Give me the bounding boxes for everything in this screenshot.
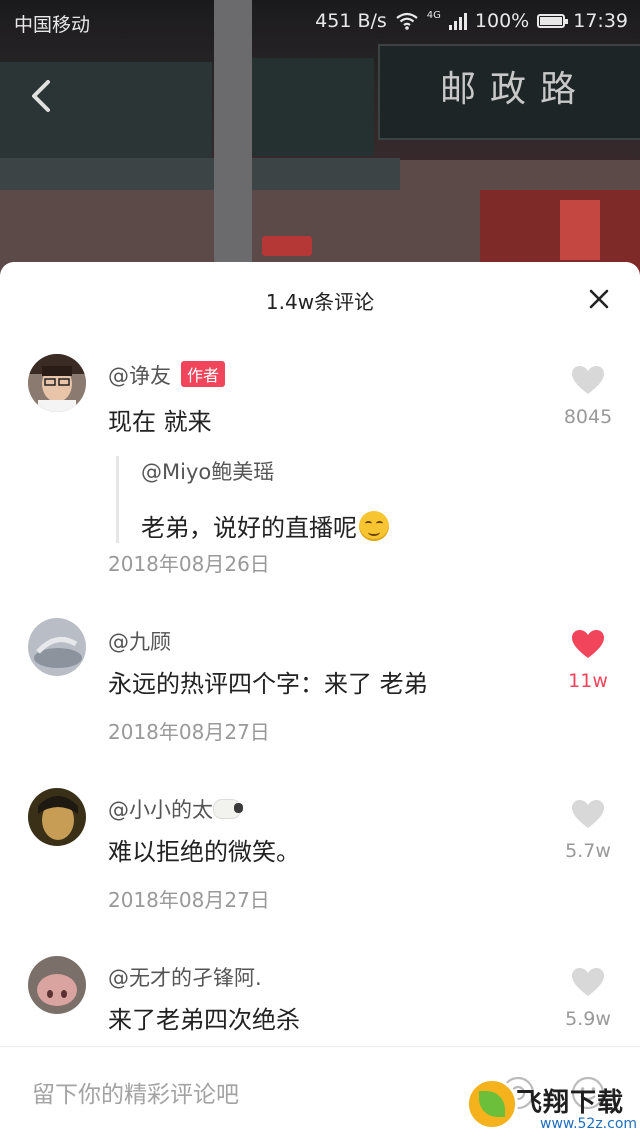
bg-sign-lower [0, 158, 400, 190]
signal-icon [448, 12, 467, 30]
comment-username[interactable]: @九顾 [108, 626, 171, 656]
wifi-icon [396, 12, 418, 30]
like-button[interactable]: 5.7w [552, 798, 624, 862]
reply-username[interactable]: @Miyo鲍美瑶 [141, 456, 389, 486]
battery-percent: 100% [474, 10, 530, 32]
carrier-label: 中国移动 [14, 14, 91, 36]
heart-icon [572, 366, 604, 394]
site-watermark: 飞翔下载 www.52z.com [466, 1076, 640, 1138]
comment-text: 现在 就来 [108, 408, 212, 436]
quoted-reply: @Miyo鲍美瑶 老弟，说好的直播呢 [116, 456, 389, 543]
comment-item: @无才的孑锋阿. 来了老弟四次绝杀 5.9w [0, 952, 640, 1052]
comment-item: @九顾 永远的热评四个字：来了 老弟 11w 2018年08月27日 [0, 616, 640, 756]
comment-username[interactable]: @无才的孑锋阿. [108, 962, 262, 992]
avatar[interactable] [28, 788, 86, 846]
username-text[interactable]: @小小的太 [108, 798, 213, 822]
comment-username[interactable]: @小小的太 [108, 794, 243, 824]
network-type: 4G [426, 9, 441, 21]
avatar-photo [28, 788, 86, 846]
comment-count-title: 1.4w条评论 [265, 290, 375, 314]
smirk-emoji-icon [359, 511, 389, 541]
heart-icon [572, 800, 604, 828]
sheet-header: 1.4w条评论 [0, 262, 640, 336]
username-text[interactable]: @诤友 [108, 364, 171, 388]
watermark-logo [466, 1078, 518, 1130]
watermark-name: 飞翔下载 [516, 1088, 625, 1118]
author-badge: 作者 [181, 361, 226, 387]
status-indicators: 451 B/s 4G 100% 17:39 [315, 9, 628, 33]
avatar-photo [28, 956, 86, 1014]
like-button[interactable]: 5.9w [552, 966, 624, 1030]
comment-sheet: 1.4w条评论 @诤友 作者 现在 就来 8045 @Miyo鲍美瑶 老弟，说好… [0, 262, 640, 1138]
avatar[interactable] [28, 956, 86, 1014]
sheep-emoji-icon [213, 799, 243, 819]
close-icon[interactable] [586, 286, 612, 312]
heart-icon [572, 968, 604, 996]
bg-sign-middle [252, 58, 374, 156]
avatar[interactable] [28, 354, 86, 412]
avatar-photo [28, 618, 86, 676]
back-icon[interactable] [24, 76, 60, 116]
like-count: 11w [568, 670, 608, 692]
bg-red-light [262, 236, 312, 256]
comment-text: 来了老弟四次绝杀 [108, 1006, 300, 1034]
comment-input[interactable] [30, 1077, 394, 1113]
reply-text-row: 老弟，说好的直播呢 [141, 508, 389, 543]
comment-date: 2018年08月26日 [108, 552, 270, 576]
bg-red-light-2 [560, 200, 600, 260]
comment-text: 难以拒绝的微笑。 [108, 838, 300, 866]
street-sign-text: 邮政路 [440, 69, 591, 110]
comment-item: @诤友 作者 现在 就来 8045 @Miyo鲍美瑶 老弟，说好的直播呢 2018… [0, 348, 640, 588]
network-speed: 451 B/s [315, 10, 387, 32]
like-count: 5.9w [565, 1008, 611, 1030]
clock: 17:39 [573, 10, 628, 32]
avatar[interactable] [28, 618, 86, 676]
like-count: 8045 [563, 406, 613, 428]
bg-street-sign: 邮政路 [378, 44, 640, 140]
like-count: 5.7w [565, 840, 611, 862]
comment-text: 永远的热评四个字：来了 老弟 [108, 670, 428, 698]
battery-icon [537, 14, 569, 28]
comment-date: 2018年08月27日 [108, 720, 270, 744]
avatar-photo [28, 354, 86, 412]
comment-date: 2018年08月27日 [108, 888, 270, 912]
status-bar: 中国移动 451 B/s 4G 100% 17:39 [0, 0, 640, 44]
like-button[interactable]: 8045 [552, 364, 624, 428]
watermark-site: www.52z.com [540, 1116, 638, 1132]
reply-text: 老弟，说好的直播呢 [141, 514, 357, 542]
comment-username[interactable]: @诤友 作者 [108, 360, 226, 390]
comment-item: @小小的太 难以拒绝的微笑。 5.7w 2018年08月27日 [0, 784, 640, 924]
heart-filled-icon [572, 630, 604, 658]
like-button[interactable]: 11w [552, 628, 624, 692]
